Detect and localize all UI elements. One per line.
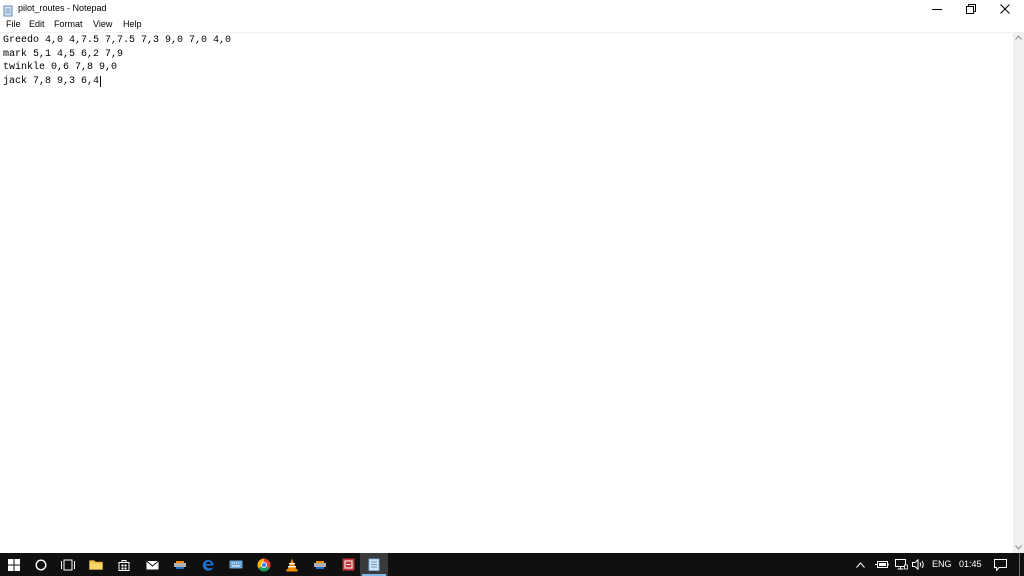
task-view-button[interactable] xyxy=(54,553,82,576)
window-title: pilot_routes - Notepad xyxy=(18,3,107,13)
notepad-icon xyxy=(368,558,380,571)
chrome-browser-icon xyxy=(257,558,271,571)
tray-battery[interactable] xyxy=(873,553,891,576)
text-line-2: mark 5,1 4,5 6,2 7,9 xyxy=(3,48,124,60)
action-center-button[interactable] xyxy=(990,553,1010,576)
speaker-volume-icon xyxy=(912,559,924,570)
minimize-button[interactable] xyxy=(920,0,954,17)
close-icon xyxy=(1000,3,1010,14)
text-line-3: twinkle 0,6 7,8 9,0 xyxy=(3,62,118,73)
menu-file[interactable]: File xyxy=(6,18,21,30)
notepad-app-icon[interactable] xyxy=(3,2,14,17)
red-app-icon xyxy=(342,558,354,571)
search-cortana-button[interactable] xyxy=(27,553,55,576)
chevron-up-icon xyxy=(1015,35,1022,40)
cortana-circle-icon xyxy=(35,558,47,571)
taskbar-app-b[interactable] xyxy=(306,553,334,576)
text-caret xyxy=(100,76,101,87)
taskbar: ENG 01:45 xyxy=(0,553,1024,576)
text-editor-area[interactable]: Greedo 4,0 4,7.5 7,7.5 7,3 9,0 7,0 4,0 m… xyxy=(0,32,1013,554)
tray-volume[interactable] xyxy=(910,553,928,576)
scroll-up-button[interactable] xyxy=(1013,32,1024,43)
input-language-indicator[interactable]: ENG xyxy=(932,559,952,570)
menu-help[interactable]: Help xyxy=(123,18,142,30)
taskbar-mail[interactable] xyxy=(138,553,166,576)
menu-view[interactable]: View xyxy=(93,18,112,30)
close-button[interactable] xyxy=(988,0,1022,17)
clock-time[interactable]: 01:45 xyxy=(959,559,982,570)
taskbar-edge[interactable] xyxy=(194,553,222,576)
chevron-up-icon xyxy=(855,561,865,568)
title-bar[interactable]: pilot_routes - Notepad xyxy=(0,0,1024,17)
vertical-scrollbar[interactable] xyxy=(1013,32,1024,553)
taskbar-file-explorer[interactable] xyxy=(82,553,110,576)
minimize-icon xyxy=(932,8,942,10)
app-generic-icon xyxy=(174,560,186,569)
folder-icon xyxy=(89,560,103,570)
app-generic-icon xyxy=(314,560,326,569)
start-button[interactable] xyxy=(0,553,28,576)
show-desktop-button[interactable] xyxy=(1019,553,1020,576)
taskbar-store[interactable] xyxy=(110,553,138,576)
network-wired-icon xyxy=(894,559,908,570)
edge-browser-icon xyxy=(202,559,214,571)
text-line-1: Greedo 4,0 4,7.5 7,7.5 7,3 9,0 7,0 4,0 xyxy=(3,35,232,46)
taskbar-chrome[interactable] xyxy=(250,553,278,576)
chevron-down-icon xyxy=(1015,545,1022,550)
taskbar-keyboard-app[interactable] xyxy=(222,553,250,576)
taskbar-app-c[interactable] xyxy=(334,553,362,576)
menu-format[interactable]: Format xyxy=(54,18,83,30)
scroll-down-button[interactable] xyxy=(1013,542,1024,553)
notification-icon xyxy=(993,558,1007,571)
vlc-cone-icon xyxy=(286,558,298,571)
menu-bar: File Edit Format View Help xyxy=(0,17,1024,31)
mail-envelope-icon xyxy=(145,560,159,570)
tray-network[interactable] xyxy=(892,553,910,576)
taskbar-notepad[interactable] xyxy=(360,553,388,576)
battery-plug-icon xyxy=(875,561,889,568)
store-bag-icon xyxy=(118,559,130,571)
tray-overflow-button[interactable] xyxy=(852,553,868,576)
windows-logo-icon xyxy=(8,558,20,571)
taskbar-vlc[interactable] xyxy=(278,553,306,576)
keyboard-icon xyxy=(229,560,243,569)
notepad-window: pilot_routes - Notepad File Edit Format … xyxy=(0,0,1024,554)
restore-icon xyxy=(966,3,976,14)
restore-button[interactable] xyxy=(954,0,988,17)
menu-edit[interactable]: Edit xyxy=(29,18,45,30)
task-view-icon xyxy=(61,559,75,570)
text-line-4: jack 7,8 9,3 6,4 xyxy=(3,75,100,87)
taskbar-app-a[interactable] xyxy=(166,553,194,576)
